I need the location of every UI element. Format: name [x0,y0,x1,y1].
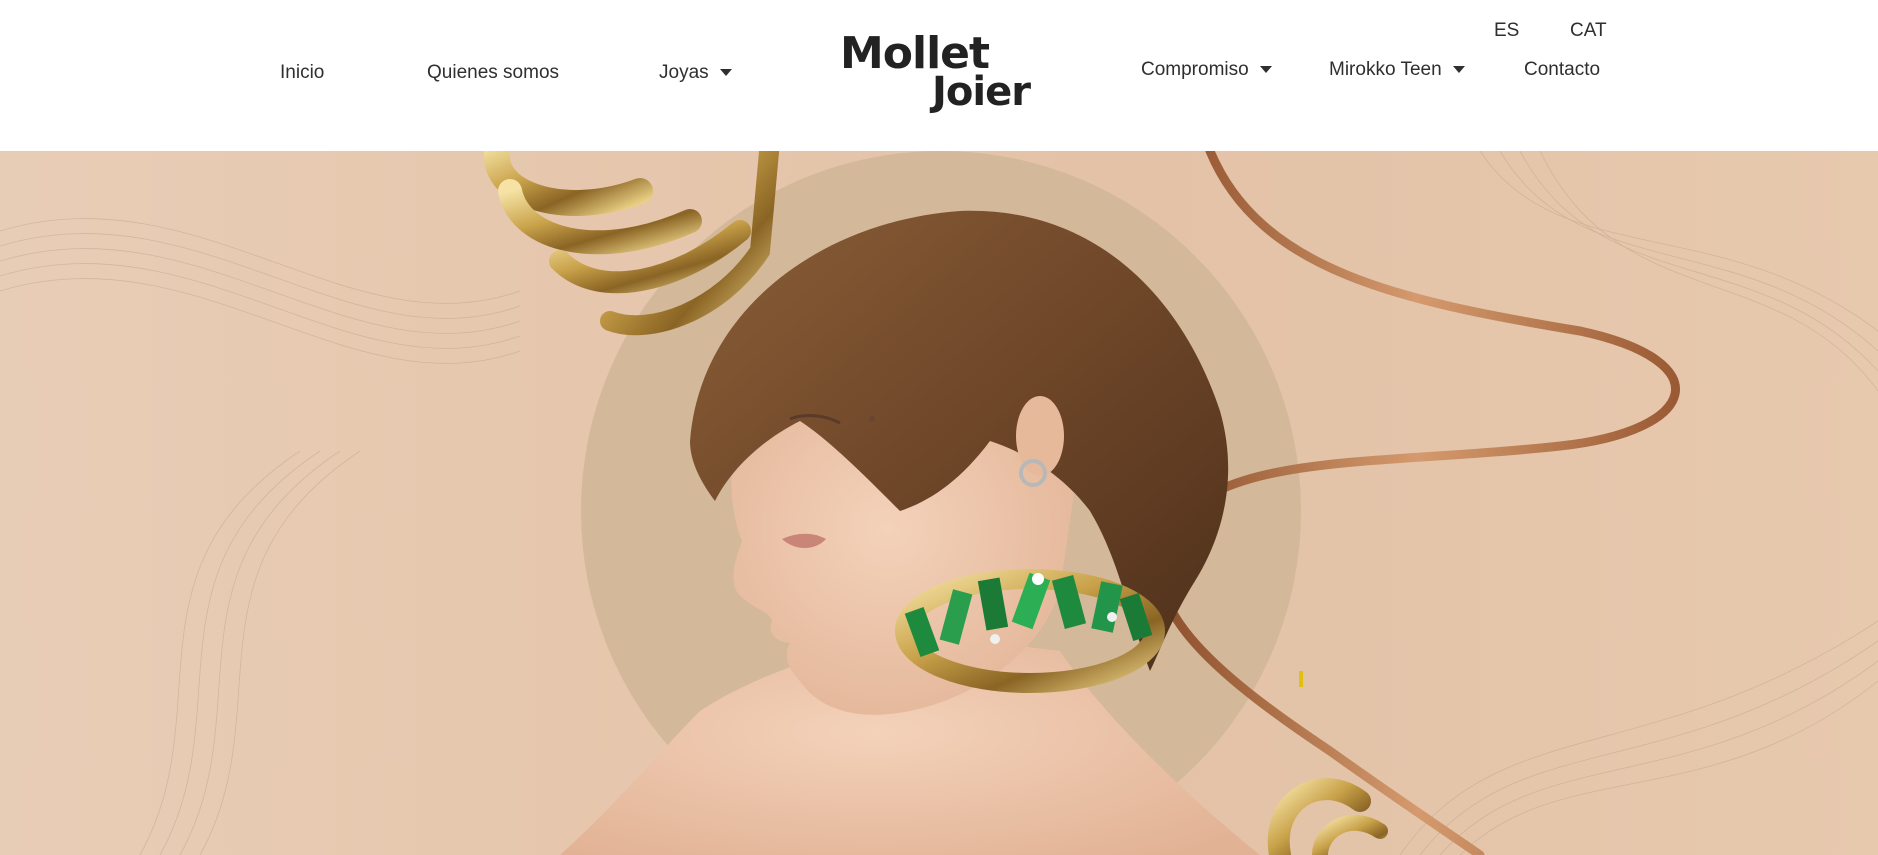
language-es-label: ES [1494,20,1520,41]
nav-joyas-label: Joyas [659,62,709,83]
hero-banner [0,151,1878,855]
nav-contacto[interactable]: Contacto [1524,60,1600,79]
gold-spiral-top [484,151,780,336]
nav-joyas[interactable]: Joyas [659,63,732,82]
nav-quienes-somos-label: Quienes somos [427,62,560,83]
nav-inicio-label: Inicio [280,62,325,83]
gold-spiral-bottom [1267,778,1388,855]
chevron-down-icon [719,69,732,76]
chevron-down-icon [1259,66,1272,73]
nav-inicio[interactable]: Inicio [280,63,324,82]
nav-contacto-label: Contacto [1524,59,1601,80]
nav-compromiso[interactable]: Compromiso [1141,60,1272,79]
hero-illustration [0,151,1878,855]
site-header: Inicio Quienes somos Joyas Mollet Joier … [0,0,1878,151]
yellow-mark [1299,671,1303,687]
language-cat[interactable]: CAT [1570,21,1607,40]
site-logo[interactable]: Mollet Joier [838,32,1046,114]
language-es[interactable]: ES [1494,21,1519,40]
nav-quienes-somos[interactable]: Quienes somos [427,63,559,82]
nav-compromiso-label: Compromiso [1141,59,1249,80]
nav-mirokko-teen-label: Mirokko Teen [1329,59,1442,80]
nav-mirokko-teen[interactable]: Mirokko Teen [1329,60,1465,79]
chevron-down-icon [1452,66,1465,73]
language-cat-label: CAT [1570,20,1607,41]
logo-line-2: Joier [932,69,1031,115]
